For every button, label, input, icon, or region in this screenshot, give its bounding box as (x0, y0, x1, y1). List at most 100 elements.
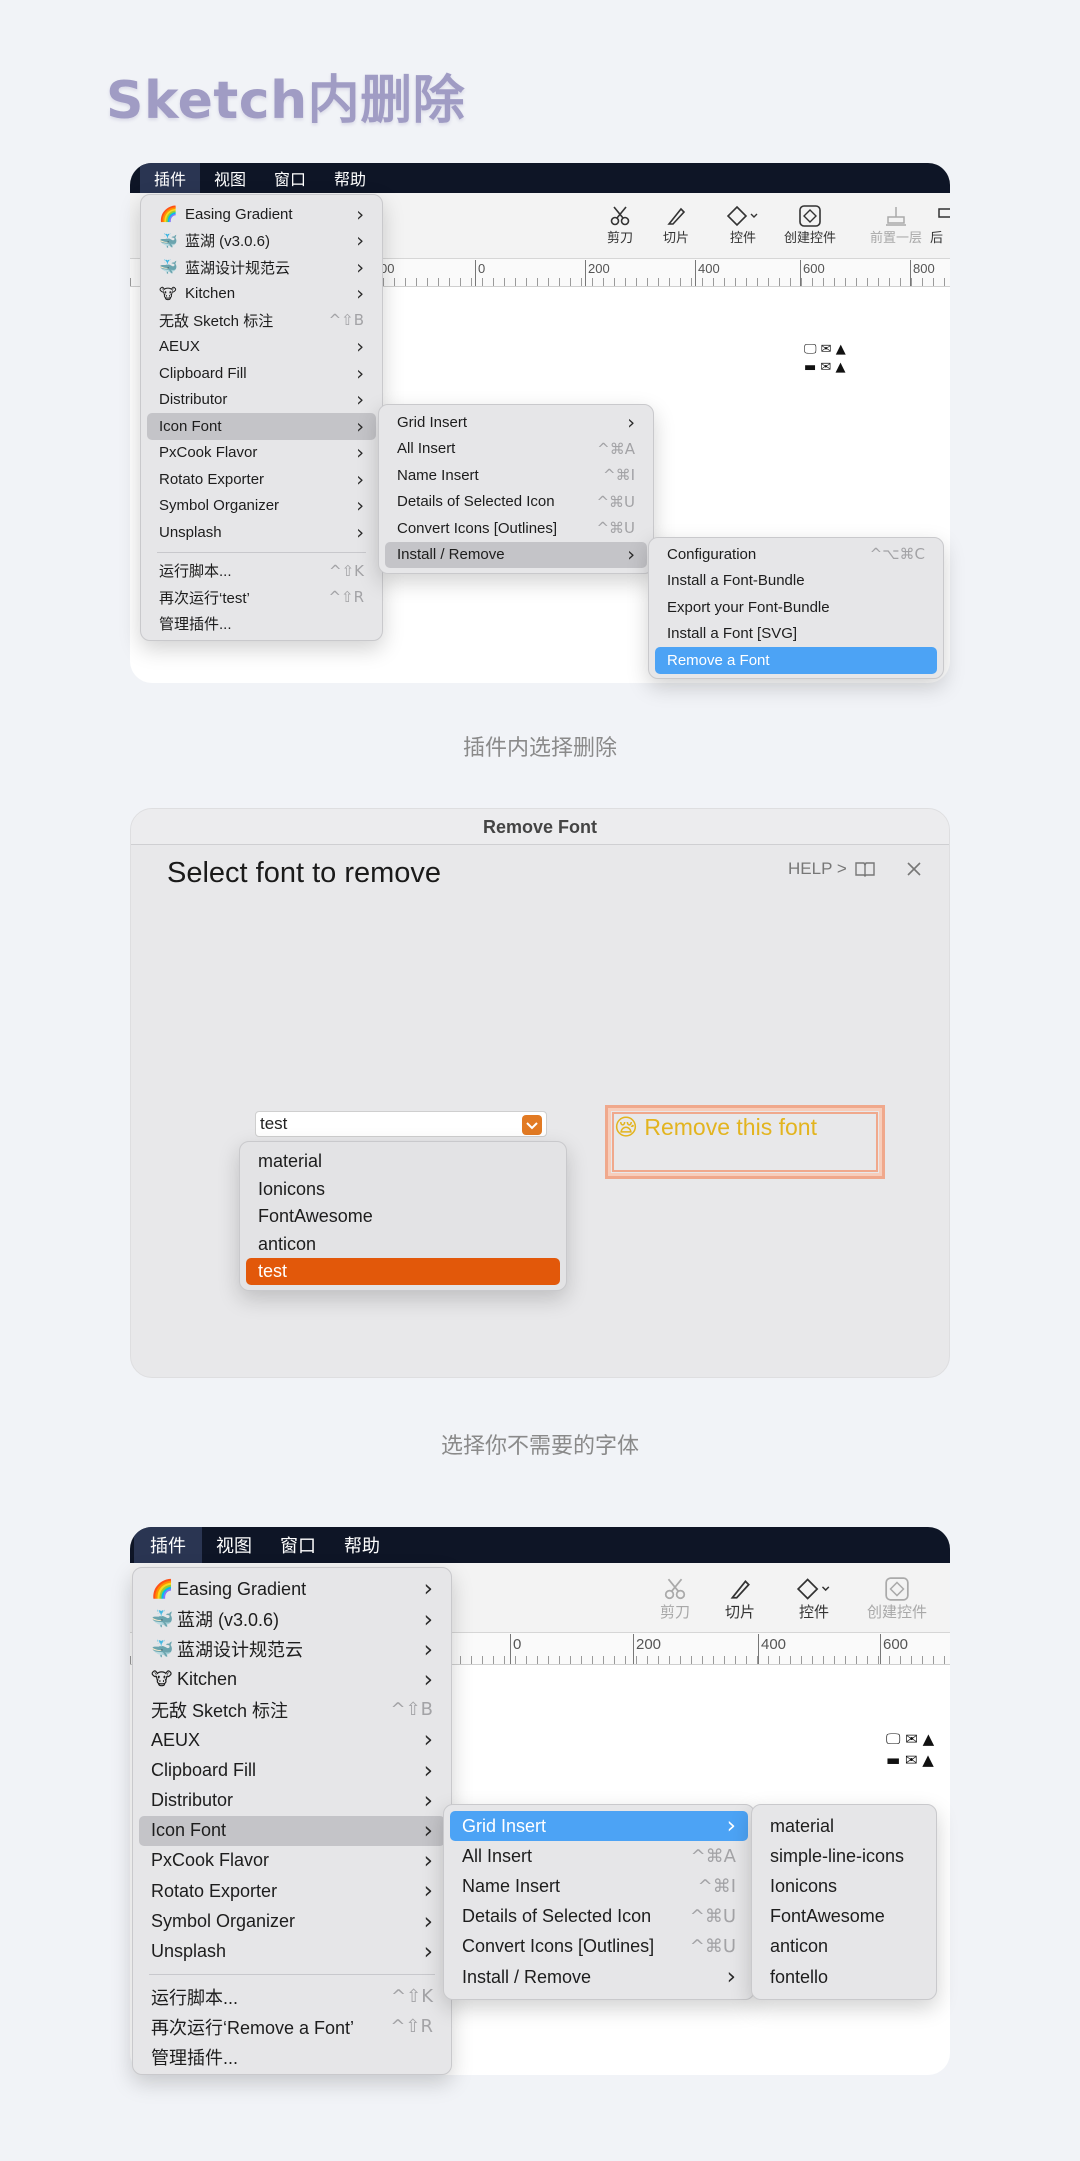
install-remove-item-install-a-font-bundle[interactable]: Install a Font-Bundle (655, 568, 937, 595)
grid-insert-item-fontello[interactable]: fontello (758, 1962, 930, 1992)
font-option-ionicons[interactable]: Ionicons (246, 1176, 560, 1203)
tool-slice[interactable]: 切片 (718, 1577, 762, 1622)
menu-plugins[interactable]: 插件 (134, 1527, 202, 1563)
plugins-item-item[interactable]: 管理插件... (147, 611, 376, 638)
plugins-item-aeux[interactable]: AEUX › (147, 334, 376, 361)
plugins-item-distributor[interactable]: Distributor › (139, 1785, 445, 1815)
help-link[interactable]: HELP > (788, 859, 847, 879)
plugin-emoji-icon: 🐳 (151, 1638, 174, 1660)
iconfont-item-details-of-selected-icon[interactable]: Details of Selected Icon ^⌘U (385, 489, 647, 516)
menu-window[interactable]: 窗口 (266, 1527, 330, 1563)
plugins-item-distributor[interactable]: Distributor › (147, 387, 376, 414)
iconfont-item-convert-icons-outlines[interactable]: Convert Icons [Outlines] ^⌘U (450, 1932, 748, 1962)
plugins-item-easing-gradient[interactable]: 🌈 Easing Gradient › (147, 201, 376, 228)
plugins-menu: 🌈 Easing Gradient › 🐳 蓝湖 (v3.0.6) › 🐳 蓝湖设计规范云 › 🐮… (140, 194, 383, 641)
menubar: 插件 视图 窗口 帮助 (130, 163, 950, 193)
plugins-item-icon-font[interactable]: Icon Font › (139, 1815, 445, 1846)
grid-insert-item-simple-line-icons[interactable]: simple-line-icons (758, 1841, 930, 1871)
plugins-item-pxcook-flavor[interactable]: PxCook Flavor › (147, 440, 376, 467)
iconfont-item-details-of-selected-icon[interactable]: Details of Selected Icon ^⌘U (450, 1902, 748, 1932)
chevron-right-icon: › (356, 467, 364, 491)
tool-scissors[interactable]: 剪刀 (600, 205, 640, 246)
install-remove-item-install-a-font-svg[interactable]: Install a Font [SVG] (655, 621, 937, 648)
install-remove-item-configuration[interactable]: Configuration ^⌥⌘C (655, 541, 937, 568)
tool-forward[interactable]: 前置一层 (866, 205, 926, 246)
remove-font-button[interactable]: 😪 Remove this font (605, 1105, 885, 1179)
tool-backward[interactable]: 后 (930, 205, 950, 246)
install-remove-item-remove-a-font[interactable]: Remove a Font (655, 647, 937, 674)
iconfont-item-name-insert[interactable]: Name Insert ^⌘I (450, 1871, 748, 1901)
plugins-item-sketch[interactable]: 无敌 Sketch 标注 ^⇧B (139, 1695, 445, 1725)
iconfont-item-install-remove[interactable]: Install / Remove › (385, 541, 647, 568)
plugins-item-rotato-exporter[interactable]: Rotato Exporter › (147, 466, 376, 493)
plugins-item-item[interactable]: 管理插件... (139, 2042, 445, 2072)
plugins-item-unsplash[interactable]: Unsplash › (139, 1936, 445, 1966)
tool-scissors[interactable]: 剪刀 (653, 1577, 697, 1622)
select-arrow-icon[interactable] (522, 1115, 542, 1135)
plugins-item-item[interactable]: 运行脚本... ^⇧K (147, 558, 376, 585)
chevron-right-icon: › (356, 388, 364, 411)
tool-slice[interactable]: 切片 (656, 205, 696, 246)
close-icon[interactable] (906, 861, 922, 882)
plugins-item-test[interactable]: 再次运行‘test’ ^⇧R (147, 584, 376, 611)
dialog-title: Remove Font (131, 809, 949, 845)
plugins-item-symbol-organizer[interactable]: Symbol Organizer › (147, 493, 376, 520)
font-option-anticon[interactable]: anticon (246, 1231, 560, 1258)
plugins-item-clipboard-fill[interactable]: Clipboard Fill › (147, 360, 376, 387)
dialog-heading: Select font to remove (167, 857, 442, 889)
plugins-item-clipboard-fill[interactable]: Clipboard Fill › (139, 1755, 445, 1785)
iconfont-item-all-insert[interactable]: All Insert ^⌘A (450, 1841, 748, 1871)
ruler-label: 200 (636, 1636, 662, 1653)
menu-view[interactable]: 视图 (200, 163, 260, 193)
font-option-fontawesome[interactable]: FontAwesome (246, 1203, 560, 1230)
grid-insert-item-fontawesome[interactable]: FontAwesome (758, 1902, 930, 1932)
plugins-item-symbol-organizer[interactable]: Symbol Organizer › (139, 1906, 445, 1936)
book-icon[interactable] (855, 861, 875, 882)
plugins-item-remove-a-font[interactable]: 再次运行‘Remove a Font’ ^⇧R (139, 2012, 445, 2042)
font-option-test[interactable]: test (246, 1258, 560, 1285)
install-remove-item-export-your-font-bundle[interactable]: Export your Font-Bundle (655, 594, 937, 621)
plugins-item-v3-0-6[interactable]: 🐳 蓝湖 (v3.0.6) › (139, 1604, 445, 1634)
plugins-item-sketch[interactable]: 无敌 Sketch 标注 ^⇧B (147, 307, 376, 334)
iconfont-item-label: Name Insert (462, 1875, 561, 1896)
plugins-item-item[interactable]: 🐳 蓝湖设计规范云 › (147, 254, 376, 281)
font-option-label: material (258, 1151, 323, 1171)
iconfont-item-grid-insert[interactable]: Grid Insert › (450, 1811, 748, 1842)
plugins-item-item[interactable]: 运行脚本... ^⇧K (139, 1982, 445, 2012)
plugins-item-kitchen[interactable]: 🐮 Kitchen › (147, 281, 376, 308)
iconfont-item-grid-insert[interactable]: Grid Insert › (385, 409, 647, 436)
plugins-item-icon-font[interactable]: Icon Font › (147, 413, 376, 440)
menu-view[interactable]: 视图 (202, 1527, 266, 1563)
chevron-right-icon: › (423, 1846, 433, 1875)
iconfont-item-install-remove[interactable]: Install / Remove › (450, 1962, 748, 1992)
plugins-item-v3-0-6[interactable]: 🐳 蓝湖 (v3.0.6) › (147, 228, 376, 255)
plugins-item-pxcook-flavor[interactable]: PxCook Flavor › (139, 1846, 445, 1876)
chevron-right-icon: › (356, 282, 364, 305)
iconfont-item-label: Name Insert (397, 466, 479, 484)
chevron-right-icon: › (356, 441, 364, 464)
plugins-item-kitchen[interactable]: 🐮 Kitchen › (139, 1665, 445, 1695)
plugins-item-unsplash[interactable]: Unsplash › (147, 519, 376, 546)
chevron-right-icon: › (423, 1815, 433, 1844)
menu-plugins[interactable]: 插件 (140, 163, 201, 193)
iconfont-item-name-insert[interactable]: Name Insert ^⌘I (385, 462, 647, 489)
grid-insert-item-anticon[interactable]: anticon (758, 1932, 930, 1962)
plugins-item-item[interactable]: 🐳 蓝湖设计规范云 › (139, 1634, 445, 1664)
font-select[interactable]: test (255, 1111, 547, 1137)
shortcut-label: ^⌘U (596, 519, 635, 538)
plugins-item-easing-gradient[interactable]: 🌈 Easing Gradient › (139, 1574, 445, 1604)
tool-symbol[interactable]: 控件 (786, 1577, 842, 1622)
grid-insert-item-ionicons[interactable]: Ionicons (758, 1871, 930, 1901)
menu-window[interactable]: 窗口 (260, 163, 320, 193)
menu-help[interactable]: 帮助 (320, 163, 380, 193)
plugins-item-aeux[interactable]: AEUX › (139, 1725, 445, 1755)
tool-create-symbol[interactable]: 创建控件 (862, 1577, 932, 1622)
iconfont-item-all-insert[interactable]: All Insert ^⌘A (385, 436, 647, 463)
iconfont-item-convert-icons-outlines[interactable]: Convert Icons [Outlines] ^⌘U (385, 515, 647, 542)
font-option-material[interactable]: material (246, 1148, 560, 1175)
menu-help[interactable]: 帮助 (330, 1527, 394, 1563)
grid-insert-item-material[interactable]: material (758, 1811, 930, 1841)
tool-create-symbol[interactable]: 创建控件 (780, 205, 840, 246)
plugins-item-rotato-exporter[interactable]: Rotato Exporter › (139, 1876, 445, 1906)
tool-symbol[interactable]: 控件 (718, 205, 768, 246)
